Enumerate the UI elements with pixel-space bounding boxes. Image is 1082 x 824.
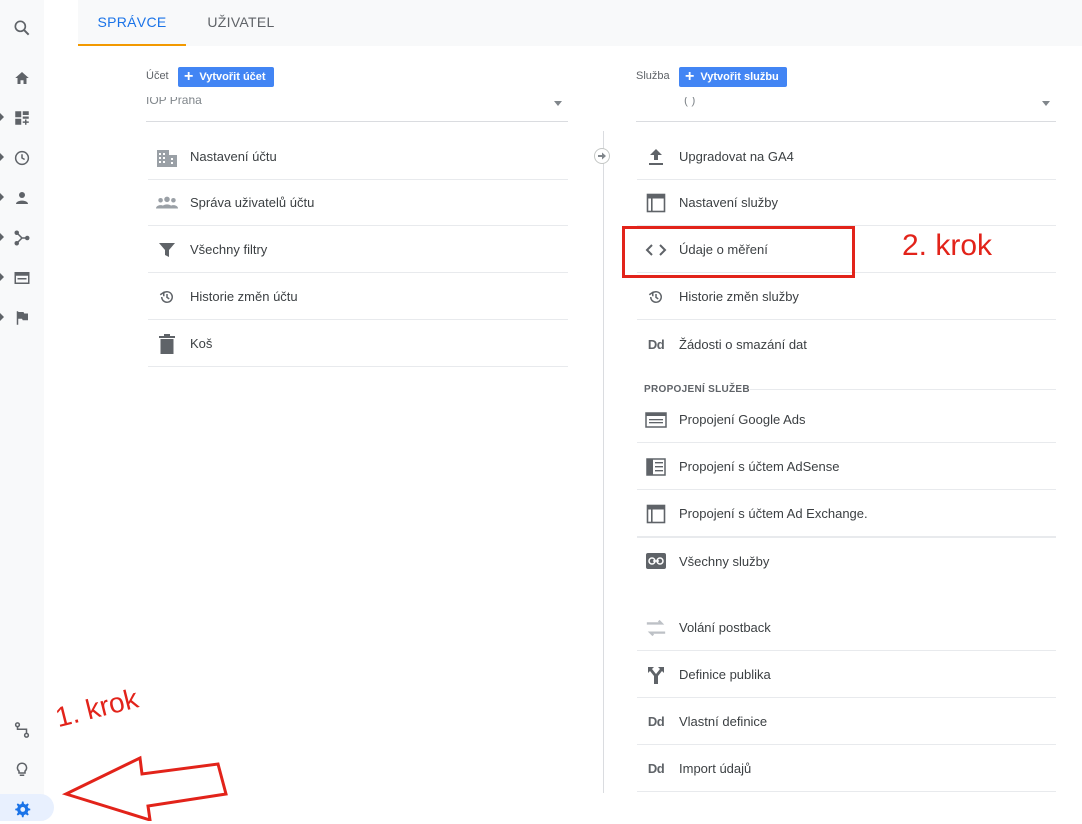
menu-item-label: Upgradovat na GA4	[679, 149, 794, 164]
acquisition-icon[interactable]	[0, 223, 44, 253]
search-icon[interactable]	[0, 13, 44, 43]
custom-definitions-item[interactable]: Dd Vlastní definice	[637, 699, 1056, 745]
section-divider	[750, 389, 1056, 390]
menu-item-label: Historie změn účtu	[190, 289, 298, 304]
lightbulb-icon[interactable]	[0, 755, 44, 785]
data-import-item[interactable]: Dd Import údajů	[637, 746, 1056, 792]
step1-arrow-icon	[61, 755, 228, 821]
menu-item-label: Definice publika	[679, 667, 771, 682]
google-ads-link-item[interactable]: Propojení Google Ads	[637, 397, 1056, 443]
postbacks-item[interactable]: Volání postback	[637, 605, 1056, 651]
history-icon	[645, 286, 667, 308]
upgrade-ga4-item[interactable]: Upgradovat na GA4	[637, 134, 1056, 180]
menu-item-label: Nastavení účtu	[190, 149, 277, 164]
arrow-right-icon	[594, 148, 610, 164]
home-icon[interactable]	[0, 63, 44, 93]
create-property-label: Vytvořit službu	[700, 71, 779, 83]
create-account-label: Vytvořit účet	[199, 71, 266, 83]
plus-icon: +	[184, 68, 194, 85]
column-divider	[603, 131, 604, 793]
account-selector[interactable]: IOP Praha	[146, 97, 568, 122]
ad-exchange-link-item[interactable]: Propojení s účtem Ad Exchange.	[637, 491, 1056, 537]
plus-icon: +	[685, 68, 695, 85]
menu-item-label: Správa uživatelů účtu	[190, 195, 315, 210]
all-products-item[interactable]: Všechny služby	[637, 538, 1056, 584]
menu-item-label: Všechny služby	[679, 553, 770, 569]
property-links-section-label: PROPOJENÍ SLUŽEB	[644, 384, 750, 395]
menu-item-label: Import údajů	[679, 761, 752, 776]
account-selector-value: IOP Praha	[146, 97, 202, 107]
dd-icon: Dd	[647, 336, 665, 352]
postback-icon	[645, 617, 667, 639]
attribution-icon[interactable]	[0, 715, 44, 745]
row-divider	[637, 537, 1056, 538]
building-icon	[156, 146, 178, 168]
property-settings-item[interactable]: Nastavení služby	[637, 180, 1056, 226]
property-selector-value: ( )	[684, 97, 696, 107]
realtime-clock-icon[interactable]	[0, 143, 44, 173]
upload-icon	[645, 146, 667, 168]
google-ads-link-icon	[645, 409, 667, 431]
audience-person-icon[interactable]	[0, 183, 44, 213]
property-history-item[interactable]: Historie změn služby	[637, 274, 1056, 320]
tab-user[interactable]: UŽIVATEL	[186, 0, 296, 46]
ad-exchange-link-icon	[645, 503, 667, 525]
menu-item-label: Propojení s účtem Ad Exchange.	[679, 506, 868, 521]
property-settings-icon	[645, 192, 667, 214]
menu-item-label: Historie změn služby	[679, 289, 799, 304]
account-settings-item[interactable]: Nastavení účtu	[148, 134, 568, 180]
adsense-link-icon	[645, 456, 667, 478]
step2-label: 2. krok	[902, 229, 993, 262]
menu-item-label: Nastavení služby	[679, 195, 778, 210]
filter-icon	[156, 239, 178, 261]
behavior-icon[interactable]	[0, 263, 44, 293]
menu-item-label: Volání postback	[679, 620, 771, 635]
gear-icon[interactable]	[0, 794, 44, 824]
menu-item-label: Propojení s účtem AdSense	[679, 459, 840, 474]
chevron-down-icon	[554, 101, 562, 106]
create-account-button[interactable]: + Vytvořit účet	[178, 67, 274, 87]
account-user-management-item[interactable]: Správa uživatelů účtu	[148, 180, 568, 226]
account-heading: Účet	[146, 70, 169, 82]
create-property-button[interactable]: + Vytvořit službu	[679, 67, 787, 87]
audience-icon	[645, 664, 667, 686]
menu-item-label: Koš	[190, 336, 213, 351]
menu-item-label: Žádosti o smazání dat	[679, 336, 807, 352]
property-heading: Služba	[636, 70, 670, 82]
menu-item-label: Propojení Google Ads	[679, 412, 806, 427]
customization-icon[interactable]	[0, 103, 44, 133]
admin-tab-bar: SPRÁVCE UŽIVATEL	[78, 0, 1082, 46]
step2-highlight-box	[622, 226, 855, 278]
menu-item-label: Vlastní definice	[679, 714, 768, 729]
audience-definitions-item[interactable]: Definice publika	[637, 652, 1056, 698]
chevron-down-icon	[1042, 101, 1050, 106]
dd-icon: Dd	[647, 714, 665, 729]
adsense-link-item[interactable]: Propojení s účtem AdSense	[637, 444, 1056, 490]
history-icon	[156, 286, 178, 308]
menu-item-label: Všechny filtry	[190, 242, 268, 257]
dd-icon: Dd	[647, 761, 665, 776]
tab-admin[interactable]: SPRÁVCE	[78, 0, 186, 46]
trash-icon	[156, 333, 178, 355]
account-history-item[interactable]: Historie změn účtu	[148, 274, 568, 320]
account-trash-item[interactable]: Koš	[148, 321, 568, 367]
people-icon	[156, 192, 178, 214]
property-selector[interactable]: ( )	[636, 97, 1056, 122]
account-filters-item[interactable]: Všechny filtry	[148, 227, 568, 273]
data-deletion-item[interactable]: Dd Žádosti o smazání dat	[637, 321, 1056, 367]
conversions-flag-icon[interactable]	[0, 303, 44, 333]
link-icon	[645, 550, 667, 572]
left-nav	[0, 0, 44, 821]
step1-label: 1. krok	[52, 682, 142, 734]
